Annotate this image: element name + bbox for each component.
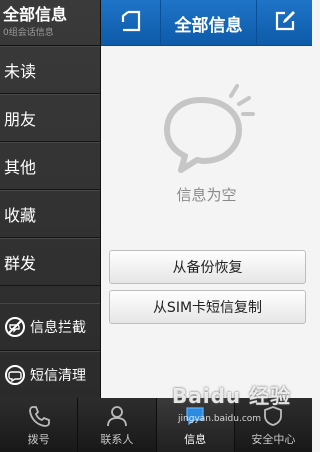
sidebar: 全部信息 0组会话信息 未读 朋友 其他 收藏 群发 信息拦截 短信清理 <box>0 0 101 399</box>
restore-from-backup-button[interactable]: 从备份恢复 <box>109 250 306 284</box>
empty-speech-bubble-icon <box>161 82 256 178</box>
baidu-watermark-url: jingyan.baidu.com <box>178 414 262 424</box>
back-panel-icon <box>119 9 143 37</box>
nav-label: 拨号 <box>27 433 50 446</box>
compose-button[interactable] <box>256 0 312 46</box>
nav-dial[interactable]: 拨号 <box>0 398 79 452</box>
sidebar-item-label: 朋友 <box>4 110 37 129</box>
copy-from-sim-button[interactable]: 从SIM卡短信复制 <box>109 290 306 324</box>
nav-label: 信息 <box>184 433 207 446</box>
page-title: 全部信息 <box>174 15 243 36</box>
sidebar-item-label: 未读 <box>4 62 37 81</box>
empty-state-text: 信息为空 <box>176 186 237 204</box>
nav-label: 安全中心 <box>251 433 296 446</box>
sidebar-tool-block[interactable]: 信息拦截 <box>0 303 100 351</box>
sidebar-item-label: 群发 <box>4 254 37 273</box>
sidebar-tool-label: 信息拦截 <box>30 320 86 336</box>
sidebar-item-label: 其他 <box>4 158 37 177</box>
contacts-icon <box>105 404 129 428</box>
sidebar-item-unread[interactable]: 未读 <box>0 46 100 94</box>
nav-label: 联系人 <box>100 433 134 446</box>
dial-icon <box>27 404 51 428</box>
sidebar-item-other[interactable]: 其他 <box>0 142 100 190</box>
message-list-area: 信息为空 从备份恢复 从SIM卡短信复制 <box>101 46 312 398</box>
baidu-watermark: Baidu 经验 <box>172 384 292 408</box>
sidebar-item-favorites[interactable]: 收藏 <box>0 190 100 238</box>
sidebar-title: 全部信息 <box>3 5 68 24</box>
toggle-sidebar-button[interactable] <box>101 0 161 46</box>
sidebar-item-mass-send[interactable]: 群发 <box>0 238 100 286</box>
sidebar-header[interactable]: 全部信息 0组会话信息 <box>0 0 100 46</box>
nav-contacts[interactable]: 联系人 <box>78 398 157 452</box>
sidebar-item-label: 收藏 <box>4 206 37 225</box>
sidebar-item-friends[interactable]: 朋友 <box>0 94 100 142</box>
top-bar: 全部信息 <box>101 0 312 46</box>
block-message-icon <box>4 316 26 338</box>
sidebar-tool-clean[interactable]: 短信清理 <box>0 351 100 399</box>
compose-icon <box>273 9 297 37</box>
sidebar-tool-label: 短信清理 <box>30 368 86 384</box>
clean-message-icon <box>4 364 26 386</box>
sidebar-subtitle: 0组会话信息 <box>3 28 54 38</box>
